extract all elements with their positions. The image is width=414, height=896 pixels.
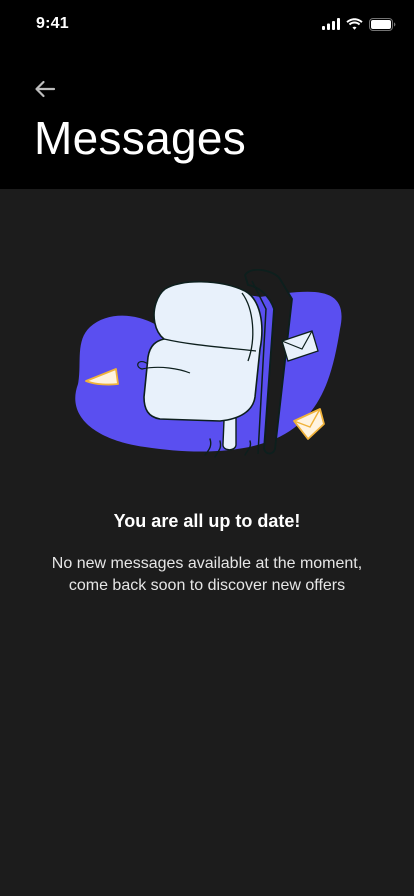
status-time: 9:41 bbox=[36, 15, 69, 32]
header: 9:41 Messages bbox=[0, 0, 414, 189]
signal-icon bbox=[322, 18, 340, 30]
empty-state-title: You are all up to date! bbox=[113, 511, 301, 531]
page-title: Messages bbox=[34, 112, 247, 164]
battery-icon bbox=[369, 17, 396, 31]
wifi-icon bbox=[346, 18, 363, 30]
back-button[interactable] bbox=[32, 77, 58, 101]
arrow-left-icon bbox=[35, 80, 56, 98]
empty-state-description: No new messages available at the moment,… bbox=[51, 555, 363, 594]
mailbox-illustration bbox=[75, 269, 342, 458]
status-icons bbox=[322, 17, 396, 31]
status-bar: 9:41 bbox=[0, 0, 414, 48]
content: You are all up to date! No new messages … bbox=[0, 189, 414, 896]
